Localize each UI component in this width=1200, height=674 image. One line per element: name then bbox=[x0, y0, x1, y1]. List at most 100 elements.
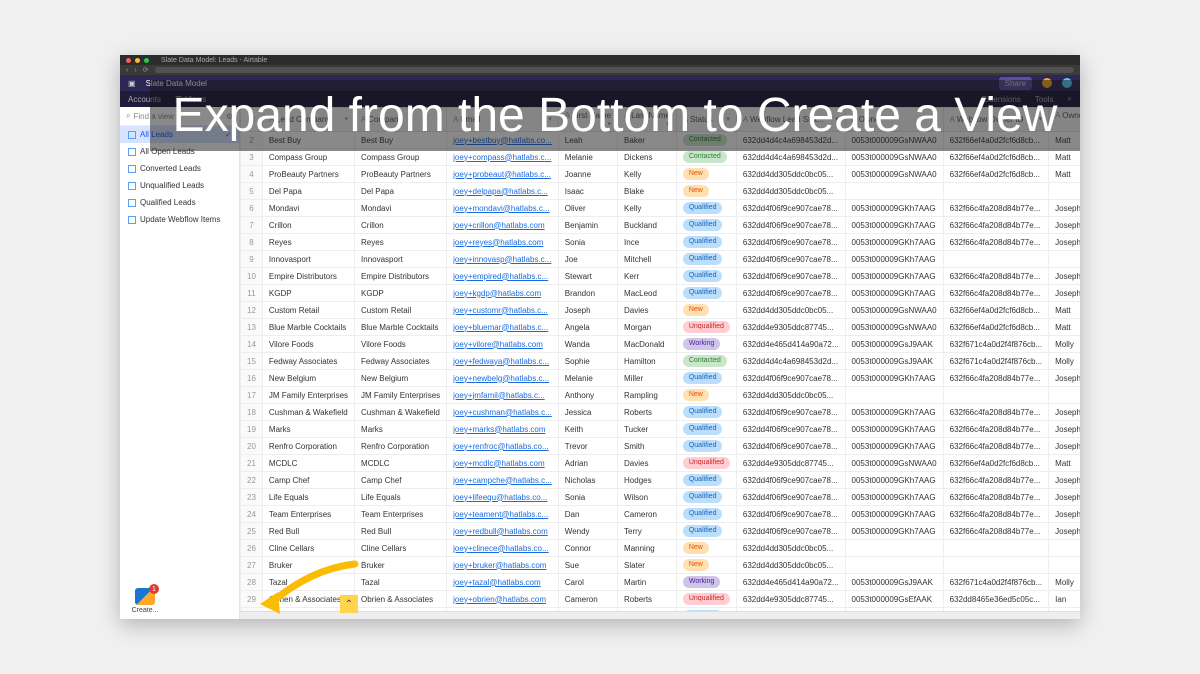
cell-last-name[interactable]: Morgan bbox=[618, 319, 677, 336]
email-link[interactable]: joey+kgdp@hatlabs.com bbox=[453, 289, 541, 298]
cell-webflow-lead[interactable]: 632dd4e9305ddc87745... bbox=[736, 319, 845, 336]
cell-email[interactable]: joey+bluemar@hatlabs.c... bbox=[447, 319, 559, 336]
cell-email[interactable]: joey+teament@hatlabs.c... bbox=[447, 506, 559, 523]
cell-first-name[interactable]: Oliver bbox=[558, 200, 617, 217]
cell-company[interactable]: Team Enterprises bbox=[355, 506, 447, 523]
nav-reload-icon[interactable]: ⟳ bbox=[143, 66, 149, 74]
cell-status[interactable]: Qualified bbox=[676, 234, 736, 251]
cell-company[interactable]: Empire Distributors bbox=[355, 268, 447, 285]
table-row[interactable]: 19MarksMarksjoey+marks@hatlabs.comKeithT… bbox=[241, 421, 1081, 438]
cell-last-name[interactable]: Davies bbox=[618, 455, 677, 472]
table-row[interactable]: 12Custom RetailCustom Retailjoey+customr… bbox=[241, 302, 1081, 319]
cell-status[interactable]: New bbox=[676, 540, 736, 557]
column-header[interactable]: A Last Name▾ bbox=[618, 108, 677, 132]
cell-owner[interactable] bbox=[845, 387, 943, 404]
cell-status[interactable]: Qualified bbox=[676, 404, 736, 421]
cell-webflow-owner-id[interactable] bbox=[943, 540, 1049, 557]
table-row[interactable]: 28TazalTazaljoey+tazal@hatlabs.comCarolM… bbox=[241, 574, 1081, 591]
cell-owner-name[interactable]: Matt bbox=[1049, 302, 1080, 319]
column-header[interactable]: A First Name▾ bbox=[558, 108, 617, 132]
cell-owner[interactable]: 0053t000009GsJ9AAK bbox=[845, 353, 943, 370]
cell-company[interactable]: Marks bbox=[355, 421, 447, 438]
cell-webflow-lead[interactable]: 632dd4f06f9ce907cae78... bbox=[736, 472, 845, 489]
cell-webflow-owner-id[interactable]: 632f66ef4a0d2fcf6d8cb... bbox=[943, 319, 1049, 336]
avatar[interactable] bbox=[1042, 78, 1052, 88]
email-link[interactable]: joey+bestbuy@hatlabs.co... bbox=[453, 136, 552, 145]
cell-last-name[interactable]: Kelly bbox=[618, 166, 677, 183]
chevron-down-icon[interactable]: ▾ bbox=[345, 115, 349, 123]
cell-lead-company[interactable]: Camp Chef bbox=[262, 472, 354, 489]
cell-webflow-owner-id[interactable]: 632f66ef4a0d2fcf6d8cb... bbox=[943, 455, 1049, 472]
settings-icon[interactable]: ⚙ bbox=[226, 112, 233, 121]
cell-email[interactable]: joey+redbull@hatlabs.com bbox=[447, 523, 559, 540]
cell-owner-name[interactable]: Joseph bbox=[1049, 421, 1080, 438]
cell-owner[interactable]: 0053t000009GsNWAA0 bbox=[845, 132, 943, 149]
email-link[interactable]: joey+mcdlc@hatlabs.com bbox=[453, 459, 545, 468]
cell-first-name[interactable]: Sonia bbox=[558, 489, 617, 506]
cell-owner-name[interactable]: Joseph bbox=[1049, 285, 1080, 302]
cell-webflow-owner-id[interactable]: 632f66c4fa208d84b77e... bbox=[943, 404, 1049, 421]
cell-first-name[interactable]: Sonia bbox=[558, 234, 617, 251]
cell-last-name[interactable]: Hodges bbox=[618, 472, 677, 489]
avatar[interactable] bbox=[1062, 78, 1072, 88]
cell-company[interactable]: Fedway Associates bbox=[355, 353, 447, 370]
cell-webflow-lead[interactable]: 632dd4dd305ddc0bc05... bbox=[736, 557, 845, 574]
share-button[interactable]: Share bbox=[999, 77, 1032, 90]
cell-owner-name[interactable]: Matt bbox=[1049, 149, 1080, 166]
sidebar-item[interactable]: Qualified Leads bbox=[120, 194, 239, 211]
cell-lead-company[interactable]: JM Family Enterprises bbox=[262, 387, 354, 404]
table-row[interactable]: 25Red BullRed Bulljoey+redbull@hatlabs.c… bbox=[241, 523, 1081, 540]
cell-first-name[interactable]: Wanda bbox=[558, 336, 617, 353]
cell-company[interactable]: Life Equals bbox=[355, 489, 447, 506]
cell-webflow-lead[interactable]: 632dd4f06f9ce907cae78... bbox=[736, 438, 845, 455]
cell-owner[interactable]: 0053t000009GKh7AAG bbox=[845, 285, 943, 302]
table-row[interactable]: 10Empire DistributorsEmpire Distributors… bbox=[241, 268, 1081, 285]
email-link[interactable]: joey+vilore@hatlabs.com bbox=[453, 340, 543, 349]
cell-webflow-lead[interactable]: 632dd4d4c4a698453d2d... bbox=[736, 353, 845, 370]
cell-company[interactable]: Obrien & Associates bbox=[355, 591, 447, 608]
cell-owner-name[interactable] bbox=[1049, 183, 1080, 200]
cell-email[interactable]: joey+crillon@hatlabs.com bbox=[447, 217, 559, 234]
cell-status[interactable]: Qualified bbox=[676, 523, 736, 540]
chevron-down-icon[interactable]: ▾ bbox=[608, 120, 612, 128]
cell-lead-company[interactable]: Tazal bbox=[262, 574, 354, 591]
accounts-link[interactable]: Accounts bbox=[128, 95, 161, 104]
cell-owner-name[interactable]: Joseph bbox=[1049, 234, 1080, 251]
cell-status[interactable]: Qualified bbox=[676, 268, 736, 285]
cell-owner-name[interactable]: Joseph bbox=[1049, 268, 1080, 285]
cell-owner-name[interactable]: Joseph bbox=[1049, 506, 1080, 523]
cell-first-name[interactable]: Jessica bbox=[558, 404, 617, 421]
email-link[interactable]: joey+crillon@hatlabs.com bbox=[453, 221, 545, 230]
cell-owner[interactable] bbox=[845, 540, 943, 557]
cell-email[interactable]: joey+compass@hatlabs.c... bbox=[447, 149, 559, 166]
email-link[interactable]: joey+compass@hatlabs.c... bbox=[453, 153, 551, 162]
cell-owner[interactable]: 0053t000009GKh7AAG bbox=[845, 489, 943, 506]
email-link[interactable]: joey+bruker@hatlabs.com bbox=[453, 561, 546, 570]
cell-last-name[interactable]: Smith bbox=[618, 438, 677, 455]
window-min-icon[interactable] bbox=[135, 58, 140, 63]
cell-status[interactable]: Working bbox=[676, 574, 736, 591]
cell-webflow-owner-id[interactable]: 632f66c4fa208d84b77e... bbox=[943, 472, 1049, 489]
cell-owner[interactable]: 0053t000009GKh7AAG bbox=[845, 234, 943, 251]
views-button[interactable]: ☰ Views bbox=[175, 95, 206, 104]
table-row[interactable]: 14Vilore FoodsVilore Foodsjoey+vilore@ha… bbox=[241, 336, 1081, 353]
cell-lead-company[interactable]: Vilore Foods bbox=[262, 336, 354, 353]
cell-lead-company[interactable]: Best Buy bbox=[262, 132, 354, 149]
cell-owner-name[interactable]: Matt bbox=[1049, 132, 1080, 149]
table-row[interactable]: 18Cushman & WakefieldCushman & Wakefield… bbox=[241, 404, 1081, 421]
window-max-icon[interactable] bbox=[144, 58, 149, 63]
dock-create-icon[interactable]: 1 Create... bbox=[132, 588, 158, 614]
column-header[interactable]: A Status▾ bbox=[676, 108, 736, 132]
cell-webflow-lead[interactable]: 632dd4dd305ddc0bc05... bbox=[736, 166, 845, 183]
cell-last-name[interactable]: Miller bbox=[618, 370, 677, 387]
cell-email[interactable]: joey+bruker@hatlabs.com bbox=[447, 557, 559, 574]
cell-first-name[interactable]: Melanie bbox=[558, 149, 617, 166]
table-row[interactable]: 11KGDPKGDPjoey+kgdp@hatlabs.comBrandonMa… bbox=[241, 285, 1081, 302]
cell-webflow-lead[interactable]: 632dd4f06f9ce907cae78... bbox=[736, 200, 845, 217]
cell-status[interactable]: New bbox=[676, 557, 736, 574]
email-link[interactable]: joey+fedwaya@hatlabs.c... bbox=[453, 357, 549, 366]
cell-webflow-lead[interactable]: 632dd4f06f9ce907cae78... bbox=[736, 370, 845, 387]
cell-status[interactable]: Unqualified bbox=[676, 319, 736, 336]
cell-company[interactable]: Camp Chef bbox=[355, 472, 447, 489]
column-header[interactable]: A Lead Company▾ bbox=[262, 108, 354, 132]
